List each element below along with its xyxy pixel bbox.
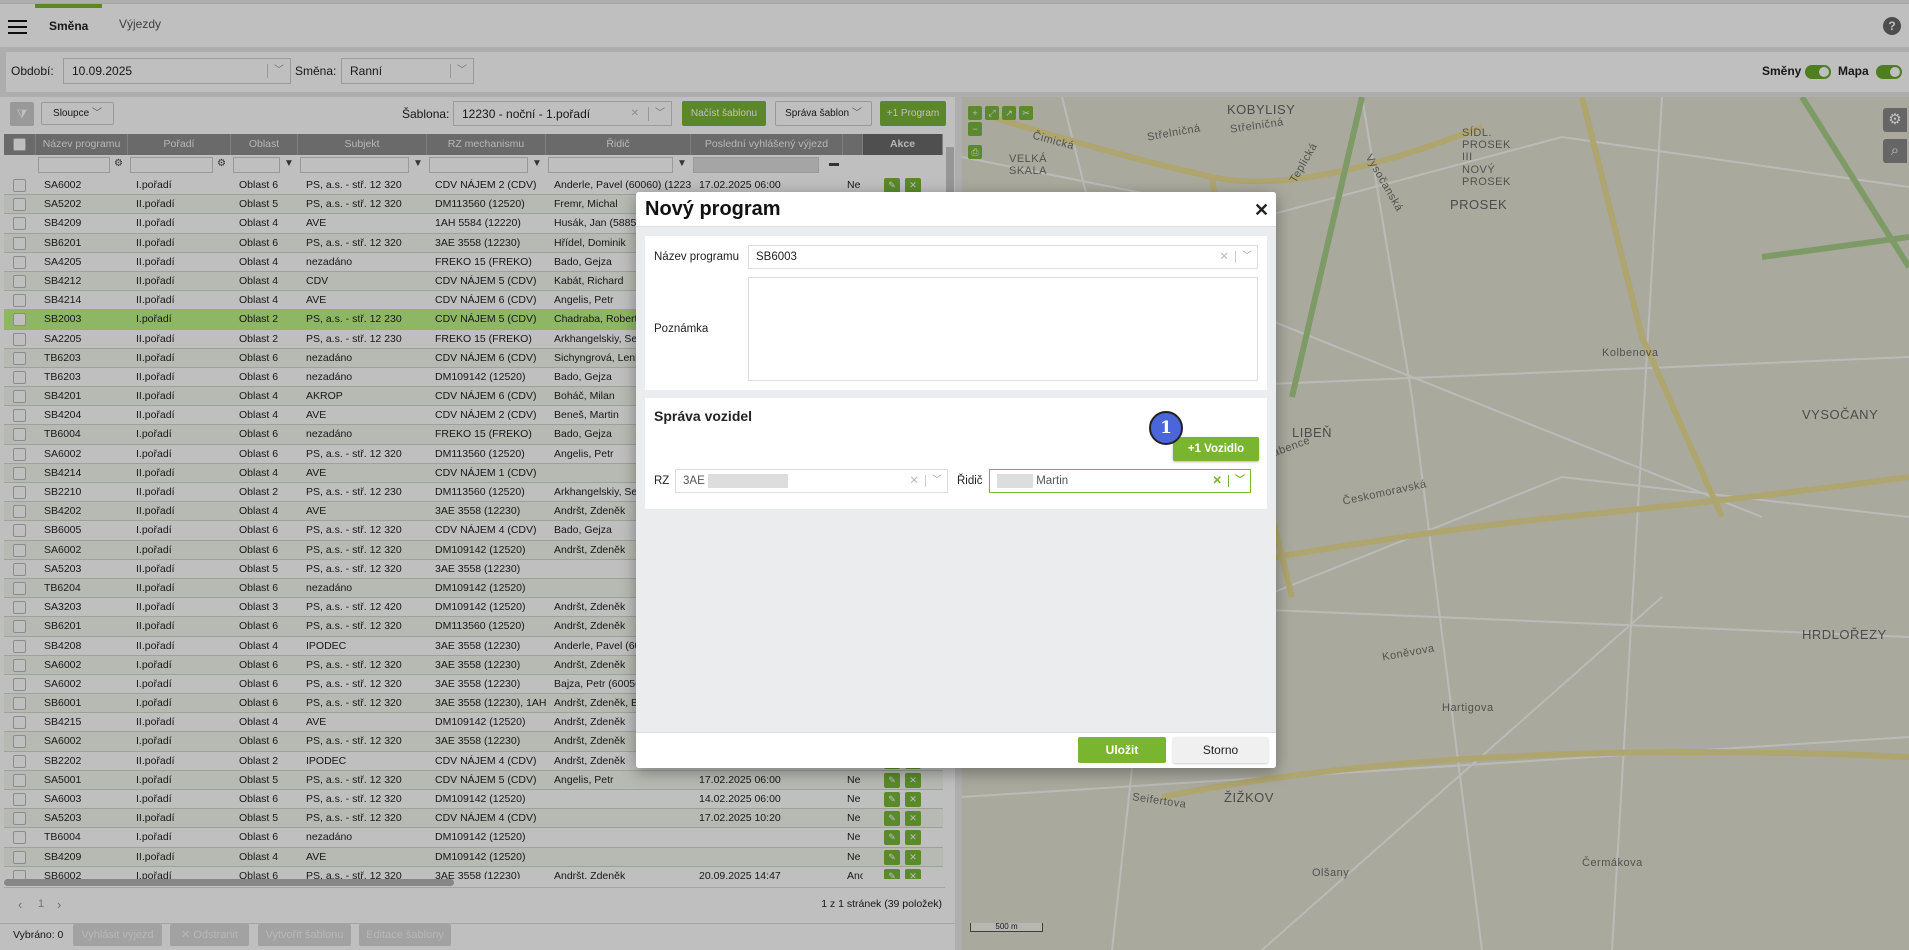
clear-icon[interactable]: ✕ <box>1219 246 1229 268</box>
clear-icon[interactable]: ✕ <box>909 470 919 492</box>
rz-value: 3AE <box>683 475 705 487</box>
rz-select[interactable]: 3AE ✕ ﹀ <box>675 469 948 493</box>
note-label: Poznámka <box>654 323 709 335</box>
clear-icon[interactable]: ✕ <box>1212 470 1222 492</box>
vehicle-management-title: Správa vozidel <box>654 408 753 424</box>
chevron-down-icon: ﹀ <box>1242 251 1252 262</box>
program-details-section: Název programu SB6003 ✕ ﹀ Poznámka <box>645 236 1267 390</box>
driver-value: Martin <box>1036 475 1069 487</box>
note-textarea[interactable] <box>748 277 1258 381</box>
cancel-button[interactable]: Storno <box>1173 737 1268 763</box>
close-icon[interactable]: ✕ <box>1254 200 1269 221</box>
dialog-header: Nový program ✕ <box>636 192 1276 227</box>
rz-label: RZ <box>654 475 670 487</box>
chevron-down-icon: ﹀ <box>932 475 942 486</box>
divider <box>1228 475 1229 487</box>
divider <box>925 475 926 487</box>
driver-label: Řidič <box>957 475 983 487</box>
add-vehicle-button[interactable]: +1 Vozidlo <box>1173 437 1259 461</box>
vehicle-management-section: Správa vozidel +1 Vozidlo 1 RZ 3AE ✕ ﹀ Ř… <box>645 398 1267 509</box>
dialog-title: Nový program <box>645 198 781 220</box>
chevron-down-icon: ﹀ <box>1235 475 1245 486</box>
save-button[interactable]: Uložit <box>1078 737 1166 763</box>
divider <box>1235 251 1236 263</box>
redacted-text <box>997 473 1033 488</box>
program-name-label: Název programu <box>654 251 740 263</box>
step-badge: 1 <box>1149 411 1183 445</box>
program-name-input[interactable]: SB6003 ✕ ﹀ <box>748 245 1258 269</box>
driver-select[interactable]: Martin ✕ ﹀ <box>989 469 1251 493</box>
dialog-footer: Uložit Storno <box>636 732 1276 768</box>
program-name-value: SB6003 <box>756 251 797 263</box>
redacted-text <box>707 473 788 488</box>
new-program-dialog: Nový program ✕ Název programu SB6003 ✕ ﹀… <box>636 192 1276 768</box>
